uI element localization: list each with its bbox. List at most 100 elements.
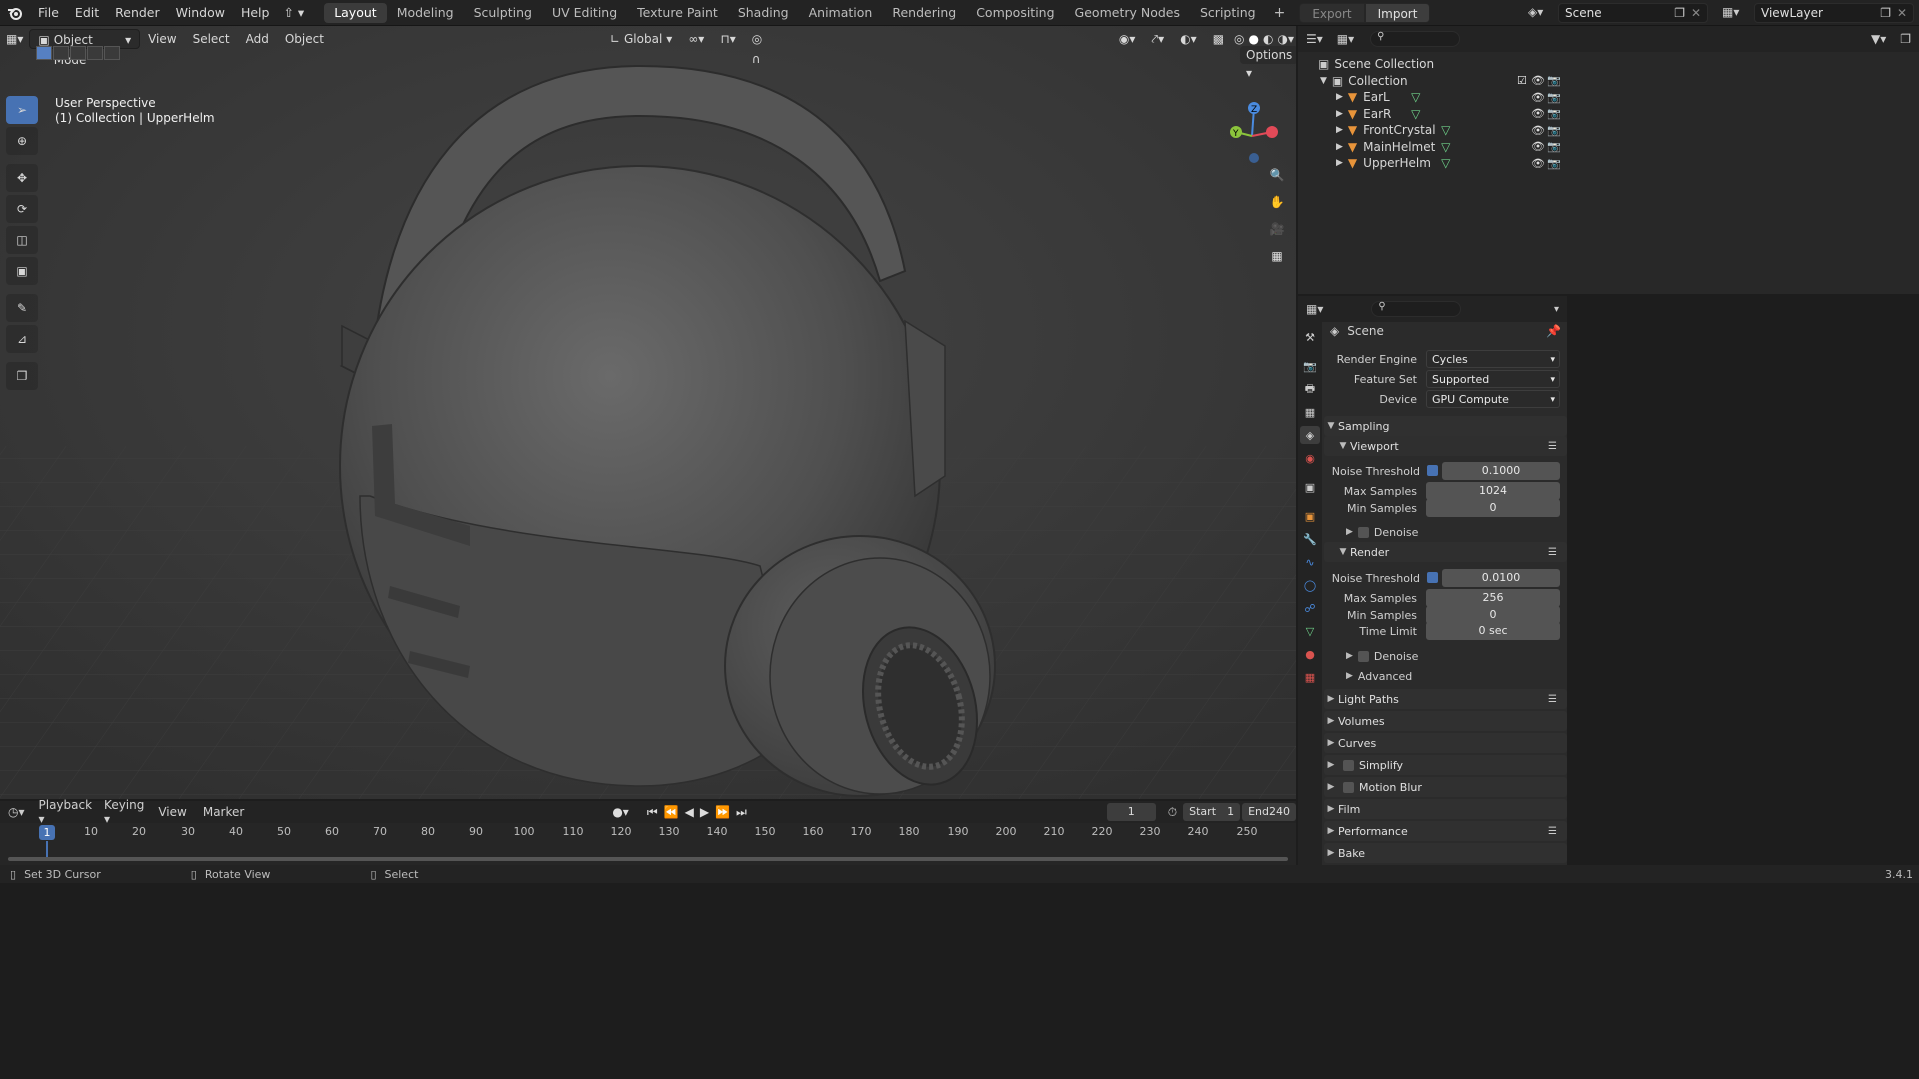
view-layer-close-icon[interactable]: ✕ [1897, 4, 1907, 22]
navigation-gizmo[interactable]: Z Y [1222, 96, 1282, 166]
next-keyframe-icon[interactable]: ⏩ [715, 805, 730, 819]
add-workspace-icon[interactable]: + [1266, 5, 1294, 21]
presets-list-icon[interactable]: ☰ [1548, 826, 1557, 837]
section-film[interactable]: ▶ Film [1324, 799, 1567, 819]
timeline-menu-marker[interactable]: Marker [195, 805, 252, 819]
menu-help[interactable]: Help [233, 0, 278, 26]
3d-viewport[interactable]: ▦▾ ▣ Object Mode ▾ View Select Add Objec… [0, 26, 1296, 799]
section-curves[interactable]: ▶ Curves [1324, 733, 1567, 753]
tab-shading[interactable]: Shading [728, 3, 799, 23]
section-sampling[interactable]: ▼ Sampling [1324, 416, 1567, 436]
prev-keyframe-icon[interactable]: ⏪ [664, 805, 679, 819]
camera-icon[interactable]: 🎥 [1264, 218, 1290, 240]
view-layer-selector[interactable]: ViewLayer ❐ ✕ [1754, 3, 1914, 23]
select-extend-icon[interactable] [53, 46, 69, 60]
vp-max-samples-field[interactable]: 1024 [1426, 482, 1560, 500]
tab-geometry-nodes[interactable]: Geometry Nodes [1065, 3, 1190, 23]
render-camera-icon[interactable]: 📷 [1547, 107, 1561, 120]
scene-collection-row[interactable]: ▣ Scene Collection [1298, 56, 1919, 73]
scene-copy-icon[interactable]: ❐ [1674, 4, 1685, 22]
cursor-icon[interactable]: ⊕ [6, 127, 38, 155]
vp-denoise-row[interactable]: ▶ Denoise [1324, 523, 1567, 541]
timeline-menu-view[interactable]: View [150, 805, 194, 819]
current-frame-field[interactable]: 1 [1106, 803, 1156, 821]
record-icon[interactable]: ●▾ [612, 805, 629, 819]
constraints-tab-icon[interactable]: ☍ [1300, 599, 1320, 617]
tab-modeling[interactable]: Modeling [387, 3, 464, 23]
overlays-icon[interactable]: ◐▾ [1172, 29, 1205, 49]
outliner-item-mainhelmet[interactable]: ▶ ▼ MainHelmet ▽ 👁 📷 [1298, 139, 1919, 156]
eye-icon[interactable]: 👁 [1531, 74, 1545, 87]
tab-layout[interactable]: Layout [324, 2, 387, 23]
outliner-search-input[interactable]: ⚲ [1370, 31, 1461, 47]
render-camera-icon[interactable]: 📷 [1547, 74, 1561, 87]
upload-icon[interactable]: ⇧ ▾ [277, 0, 310, 26]
viewport-menu-add[interactable]: Add [238, 29, 277, 49]
view-layer-copy-icon[interactable]: ❐ [1880, 4, 1891, 22]
scene-close-icon[interactable]: ✕ [1691, 4, 1701, 22]
timeline-menu-keying[interactable]: Keying ▾ [98, 798, 150, 826]
scene-tab-icon[interactable]: ◈ [1300, 426, 1320, 444]
tab-rendering[interactable]: Rendering [882, 3, 966, 23]
properties-search-input[interactable]: ⚲ [1371, 301, 1462, 317]
motion-blur-checkbox[interactable] [1343, 781, 1354, 793]
r-denoise-row[interactable]: ▶ Denoise [1324, 647, 1567, 665]
render-camera-icon[interactable]: 📷 [1547, 124, 1561, 137]
tab-compositing[interactable]: Compositing [966, 3, 1064, 23]
playhead-frame-indicator[interactable]: 1 [39, 825, 55, 840]
select-intersect-icon[interactable] [104, 46, 120, 60]
modifier-tab-icon[interactable]: 🔧 [1300, 530, 1320, 548]
snap-icon[interactable]: ⊓▾ [712, 29, 743, 49]
tab-sculpting[interactable]: Sculpting [464, 3, 542, 23]
section-motion-blur[interactable]: ▶ Motion Blur [1324, 777, 1567, 797]
outliner-item-upperhelm[interactable]: ▶ ▼ UpperHelm ▽ 👁 📷 [1298, 155, 1919, 172]
chevron-down-icon[interactable]: ▾ [1546, 304, 1567, 315]
menu-edit[interactable]: Edit [67, 0, 107, 26]
tool-tab-icon[interactable]: ⚒ [1300, 328, 1320, 346]
physics-tab-icon[interactable]: ◯ [1300, 576, 1320, 594]
render-camera-icon[interactable]: 📷 [1547, 140, 1561, 153]
render-tab-icon[interactable]: 📷 [1300, 357, 1320, 375]
r-noise-threshold-checkbox[interactable] [1427, 572, 1438, 583]
export-button[interactable]: Export [1299, 2, 1365, 23]
section-volumes[interactable]: ▶ Volumes [1324, 711, 1567, 731]
viewport-menu-object[interactable]: Object [277, 29, 332, 49]
select-new-icon[interactable] [36, 46, 52, 60]
device-dropdown[interactable]: GPU Compute ▾ [1426, 390, 1560, 408]
chevron-down-icon[interactable]: ▼ [1320, 76, 1327, 86]
select-invert-icon[interactable] [87, 46, 103, 60]
proportional-edit-icon[interactable]: ◎ ∩ [744, 29, 781, 66]
particles-tab-icon[interactable]: ∿ [1300, 553, 1320, 571]
menu-render[interactable]: Render [107, 0, 168, 26]
vp-denoise-checkbox[interactable] [1357, 526, 1369, 538]
view-layer-tab-icon[interactable]: ▦ [1300, 403, 1320, 421]
collection-tab-icon[interactable]: ▣ [1300, 478, 1320, 496]
eye-icon[interactable]: 👁 [1531, 91, 1545, 104]
output-tab-icon[interactable]: 🖶 [1300, 380, 1320, 398]
eye-icon[interactable]: 👁 [1531, 140, 1545, 153]
render-camera-icon[interactable]: 📷 [1547, 157, 1561, 170]
play-icon[interactable]: ▶ [700, 805, 709, 819]
tab-scripting[interactable]: Scripting [1190, 3, 1266, 23]
start-frame-field[interactable]: Start 1 [1183, 803, 1241, 821]
collection-row[interactable]: ▼ ▣ Collection ☑ 👁 📷 [1298, 73, 1919, 90]
editor-type-icon[interactable]: ▦▾ [0, 29, 29, 49]
chevron-right-icon[interactable]: ▶ [1336, 92, 1343, 102]
time-limit-field[interactable]: 0 sec [1426, 622, 1560, 640]
eye-icon[interactable]: 👁 [1531, 107, 1545, 120]
vp-noise-threshold-checkbox[interactable] [1427, 465, 1438, 476]
simplify-checkbox[interactable] [1343, 759, 1354, 771]
options-dropdown[interactable]: Options ▾ [1240, 46, 1296, 80]
texture-tab-icon[interactable]: ▦ [1300, 668, 1320, 686]
presets-list-icon[interactable]: ☰ [1548, 441, 1557, 452]
timeline-scrollbar[interactable] [8, 857, 1288, 861]
outliner-item-earr[interactable]: ▶ ▼ EarR ▽ 👁 📷 [1298, 106, 1919, 123]
section-performance[interactable]: ▶ Performance ☰ [1324, 821, 1567, 841]
display-mode-icon[interactable]: ▦▾ [1331, 32, 1360, 46]
outliner-editor-icon[interactable]: ☰▾ [1298, 32, 1331, 46]
properties-editor-icon[interactable]: ▦▾ [1298, 302, 1331, 316]
gizmo-toggle-icon[interactable]: ⤤▾ [1143, 29, 1172, 49]
transform-icon[interactable]: ▣ [6, 257, 38, 285]
eye-icon[interactable]: 👁 [1531, 157, 1545, 170]
tab-texture-paint[interactable]: Texture Paint [627, 3, 728, 23]
